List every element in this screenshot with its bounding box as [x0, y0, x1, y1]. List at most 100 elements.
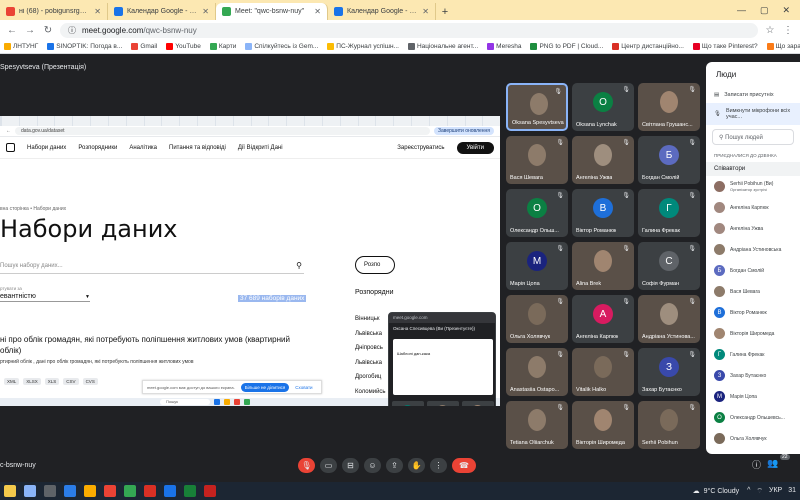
camera-toggle-button[interactable]: ▭ [320, 458, 337, 473]
bookmark-item[interactable]: Спілкуйтесь із Gem... [245, 43, 318, 50]
menu-icon[interactable]: ⋮ [782, 25, 794, 36]
maximize-icon[interactable]: ▢ [760, 5, 769, 16]
bookmark-item[interactable]: ПС-Журнал успішн... [327, 43, 399, 50]
whatsapp-icon[interactable] [124, 485, 136, 497]
bookmark-item[interactable]: Meresha [487, 43, 521, 50]
forward-icon[interactable]: → [24, 25, 36, 36]
bookmark-item[interactable]: SINOPTIK: Погода в... [47, 43, 122, 50]
weather-widget[interactable]: ☁ 9°C Cloudy [693, 487, 739, 496]
people-list-item[interactable]: М Марія Цопа [706, 386, 800, 407]
word-icon[interactable] [164, 485, 176, 497]
leave-call-button[interactable]: ☎ [452, 458, 476, 473]
app-icon[interactable] [144, 485, 156, 497]
emoji-button[interactable]: ☺ [364, 458, 381, 473]
new-tab-button[interactable]: + [436, 3, 454, 20]
browser-tab[interactable]: Календар Google - четвер, 3 л ✕ [328, 3, 436, 20]
powerpoint-icon[interactable] [204, 485, 216, 497]
reload-icon[interactable]: ↻ [42, 25, 54, 36]
site-info-icon[interactable]: ⓘ [68, 25, 76, 36]
participant-tile[interactable]: 🎙 Alina Brek [572, 242, 634, 290]
info-icon[interactable]: ⓘ [752, 458, 761, 471]
participant-tile[interactable]: О 🎙 Олександр Ольш... [506, 189, 568, 237]
excel-icon[interactable] [184, 485, 196, 497]
browser-tab[interactable]: Календар Google - понеділок ✕ [108, 3, 216, 20]
participant-tile[interactable]: С 🎙 Софія Фурман [638, 242, 700, 290]
participant-tile[interactable]: O 🎙 Oksana Lynchak [572, 83, 634, 131]
participant-tile[interactable]: А 🎙 Ангеліна Карпюк [572, 295, 634, 343]
participant-tile[interactable]: 🎙 Anastasiia Ostapo... [506, 348, 568, 396]
bookmark-item[interactable]: Національне агент... [407, 43, 478, 50]
people-list-item[interactable]: О Олександр Ольшевсь... [706, 407, 800, 428]
system-tray: ^ ⌔ УКР 31 [747, 487, 796, 496]
browser-tab[interactable]: ні (68) - pobigunsrg@gm ✕ [0, 3, 108, 20]
participant-tile[interactable]: Б 🎙 Богдан Смолій [638, 136, 700, 184]
bookmark-item[interactable]: PNG to PDF | Cloud... [530, 43, 603, 50]
record-attendance-button[interactable]: ▤ Записати присутніх [706, 87, 800, 103]
people-list-item[interactable]: Serhii Pobihun (Ви) Організатор зустрічі [706, 176, 800, 197]
participant-tile[interactable]: М 🎙 Марія Цопа [506, 242, 568, 290]
participant-tile[interactable]: 🎙 Андріана Устинова... [638, 295, 700, 343]
mic-toggle-button[interactable]: 🎙 [298, 458, 315, 473]
raise-hand-button[interactable]: ✋ [408, 458, 425, 473]
participant-tile[interactable]: 🎙 Oksana Spesyvtseva [506, 83, 568, 131]
participant-tile[interactable]: 🎙 Ангеліна Ужва [572, 136, 634, 184]
close-window-icon[interactable]: ✕ [782, 5, 790, 16]
chevron-up-icon[interactable]: ^ [747, 487, 750, 496]
url-field[interactable]: ⓘ meet.google.com/qwc-bsnw-nuy [60, 22, 758, 38]
participant-tile[interactable]: 🎙 Світлана Грушанс... [638, 83, 700, 131]
chrome-icon[interactable] [104, 485, 116, 497]
bookmark-item[interactable]: YouTube [166, 43, 201, 50]
people-list-item[interactable]: Ангеліна Ужва [706, 218, 800, 239]
bookmark-item[interactable]: Центр дистанційно... [612, 43, 684, 50]
captions-button[interactable]: ⊟ [342, 458, 359, 473]
minimize-icon[interactable]: — [737, 5, 746, 16]
start-icon[interactable] [24, 485, 36, 497]
back-icon[interactable]: ← [6, 25, 18, 36]
people-list-item[interactable]: Вася Шевага [706, 281, 800, 302]
people-list-item[interactable]: Ангеліна Карпюк [706, 197, 800, 218]
participant-tile[interactable]: З 🎙 Захар Бутаєнко [638, 348, 700, 396]
close-tab-icon[interactable]: ✕ [94, 7, 101, 16]
search-icon[interactable] [44, 485, 56, 497]
people-list-item[interactable]: Ольга Холявчук [706, 428, 800, 449]
clock[interactable]: 31 [788, 487, 796, 496]
close-tab-icon[interactable]: ✕ [202, 7, 209, 16]
present-button[interactable]: ⇪ [386, 458, 403, 473]
participant-tile[interactable]: 🎙 Вася Шевага [506, 136, 568, 184]
shared-dataset-title: ні про облік громадян, які потребують по… [0, 335, 290, 355]
more-options-button[interactable]: ⋮ [430, 458, 447, 473]
language-indicator[interactable]: УКР [769, 487, 782, 496]
people-count-badge: 22 [780, 454, 790, 460]
people-icon[interactable]: 👥 [767, 458, 778, 471]
participant-tile[interactable]: 🎙 Vitalik Halko [572, 348, 634, 396]
participant-tile[interactable]: 🎙 Tetiana Oliiarchuk [506, 401, 568, 449]
mute-all-button[interactable]: 🎙 Вимкнути мікрофони всіх учас... [706, 103, 800, 125]
bookmark-item[interactable]: Що зараз продават... [766, 43, 800, 50]
people-group-header[interactable]: Співавтори [706, 162, 800, 176]
bookmark-item[interactable]: ЛНТУНГ [4, 43, 38, 50]
people-list-item[interactable]: З Захар Бутаєнко [706, 365, 800, 386]
bookmark-item[interactable]: Gmail [131, 43, 157, 50]
people-list-item[interactable]: Андріана Устиновська [706, 239, 800, 260]
bookmark-item[interactable]: Карти [209, 43, 236, 50]
close-tab-icon[interactable]: ✕ [422, 7, 429, 16]
participant-tile[interactable]: 🎙 Ольга Холявчук [506, 295, 568, 343]
people-search-input[interactable]: ⚲ Пошук людей [712, 129, 794, 145]
edge-icon[interactable] [64, 485, 76, 497]
bookmark-label: Центр дистанційно... [621, 43, 684, 50]
participant-tile[interactable]: Г 🎙 Галина Фрекак [638, 189, 700, 237]
bookmark-item[interactable]: Що таке Pinterest? [692, 43, 758, 50]
browser-tab[interactable]: Meet: "qwc-bsnw-nuy" ✕ [216, 3, 328, 20]
participant-tile[interactable]: В 🎙 Віктор Романюк [572, 189, 634, 237]
people-list-item[interactable]: Г Галина Фрекак [706, 344, 800, 365]
people-list-item[interactable]: В Віктор Романюк [706, 302, 800, 323]
participant-tile[interactable]: 🎙 Serhii Pobihun [638, 401, 700, 449]
explorer-icon[interactable] [84, 485, 96, 497]
people-list-item[interactable]: Б Богдан Смолій [706, 260, 800, 281]
star-icon[interactable]: ☆ [764, 25, 776, 36]
wifi-icon[interactable]: ⌔ [756, 487, 763, 496]
people-list-item[interactable]: Вікторія Широмеда [706, 323, 800, 344]
widget-icon[interactable] [4, 485, 16, 497]
close-tab-icon[interactable]: ✕ [314, 7, 321, 16]
participant-tile[interactable]: 🎙 Вікторія Широмеда [572, 401, 634, 449]
